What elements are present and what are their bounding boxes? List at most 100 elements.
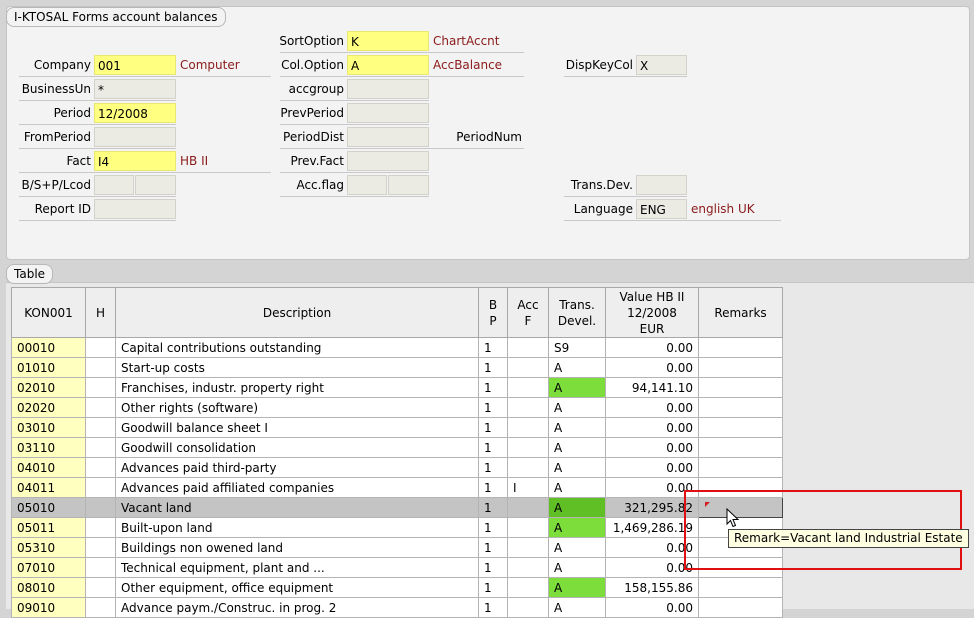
description-cell[interactable]: Advances paid affiliated companies (115, 477, 479, 498)
table-row[interactable]: 01010 Start-up costs 1 A 0.00 (11, 357, 783, 378)
bp-cell[interactable]: 1 (478, 417, 508, 438)
table-row[interactable]: 02010 Franchises, industr. property right… (11, 377, 783, 398)
account-code-cell[interactable]: 08010 (11, 577, 86, 598)
bp-cell[interactable]: 1 (478, 517, 508, 538)
account-code-cell[interactable]: 01010 (11, 357, 86, 378)
table-row[interactable]: 04010 Advances paid third-party 1 A 0.00 (11, 457, 783, 478)
accf-cell[interactable] (507, 537, 549, 558)
period-field[interactable]: 12/2008 (94, 103, 176, 123)
description-cell[interactable]: Capital contributions outstanding (115, 337, 479, 358)
bp-cell[interactable]: 1 (478, 497, 508, 518)
accf-cell[interactable] (507, 377, 549, 398)
transdev-field[interactable] (636, 175, 687, 195)
remarks-cell[interactable] (698, 337, 783, 358)
businessun-field[interactable]: * (94, 79, 176, 99)
description-cell[interactable]: Other rights (software) (115, 397, 479, 418)
remarks-cell[interactable] (698, 557, 783, 578)
account-code-cell[interactable]: 04011 (11, 477, 86, 498)
accf-cell[interactable] (507, 437, 549, 458)
company-field[interactable]: 001 (94, 55, 176, 75)
col-header-value[interactable]: Value HB II 12/2008 EUR (605, 287, 699, 338)
col-header-trans-devel[interactable]: Trans. Devel. (548, 287, 606, 338)
perioddist-field[interactable] (347, 127, 429, 147)
remarks-cell[interactable] (698, 437, 783, 458)
prevfact-field[interactable] (347, 151, 429, 171)
bp-cell[interactable]: 1 (478, 557, 508, 578)
h-cell[interactable] (85, 517, 116, 538)
accflag-field-2[interactable] (388, 175, 429, 195)
description-cell[interactable]: Advances paid third-party (115, 457, 479, 478)
bp-cell[interactable]: 1 (478, 577, 508, 598)
h-cell[interactable] (85, 497, 116, 518)
account-code-cell[interactable]: 00010 (11, 337, 86, 358)
table-row[interactable]: 00010 Capital contributions outstanding 1 S… (11, 337, 783, 358)
trans-devel-cell[interactable]: A (548, 477, 606, 498)
h-cell[interactable] (85, 537, 116, 558)
description-cell[interactable]: Franchises, industr. property right (115, 377, 479, 398)
table-row[interactable]: 05010 Vacant land 1 A 321,295.82 (11, 497, 783, 518)
account-code-cell[interactable]: 03010 (11, 417, 86, 438)
bp-cell[interactable]: 1 (478, 457, 508, 478)
accf-cell[interactable] (507, 357, 549, 378)
description-cell[interactable]: Technical equipment, plant and ... (115, 557, 479, 578)
col-header-h[interactable]: H (85, 287, 116, 338)
account-code-cell[interactable]: 02020 (11, 397, 86, 418)
language-field[interactable]: ENG (636, 199, 687, 219)
bp-cell[interactable]: 1 (478, 537, 508, 558)
table-row[interactable]: 05310 Buildings non owened land 1 A 0.00 (11, 537, 783, 558)
remarks-cell[interactable] (698, 477, 783, 498)
accf-cell[interactable] (507, 397, 549, 418)
account-code-cell[interactable]: 02010 (11, 377, 86, 398)
value-cell[interactable]: 94,141.10 (605, 377, 699, 398)
col-header-accf[interactable]: Acc F (507, 287, 549, 338)
remarks-cell[interactable] (698, 357, 783, 378)
account-code-cell[interactable]: 04010 (11, 457, 86, 478)
value-cell[interactable]: 0.00 (605, 397, 699, 418)
h-cell[interactable] (85, 557, 116, 578)
value-cell[interactable]: 0.00 (605, 537, 699, 558)
col-header-description[interactable]: Description (115, 287, 479, 338)
h-cell[interactable] (85, 437, 116, 458)
prevperiod-field[interactable] (347, 103, 429, 123)
h-cell[interactable] (85, 397, 116, 418)
remarks-cell[interactable] (698, 417, 783, 438)
trans-devel-cell[interactable]: A (548, 417, 606, 438)
bp-cell[interactable]: 1 (478, 437, 508, 458)
description-cell[interactable]: Vacant land (115, 497, 479, 518)
account-code-cell[interactable]: 07010 (11, 557, 86, 578)
sortoption-field[interactable]: K (347, 31, 429, 51)
description-cell[interactable]: Built-upon land (115, 517, 479, 538)
trans-devel-cell[interactable]: A (548, 357, 606, 378)
description-cell[interactable]: Buildings non owened land (115, 537, 479, 558)
table-row[interactable]: 05011 Built-upon land 1 A 1,469,286.19 (11, 517, 783, 538)
value-cell[interactable]: 0.00 (605, 457, 699, 478)
accf-cell[interactable]: I (507, 477, 549, 498)
h-cell[interactable] (85, 357, 116, 378)
trans-devel-cell[interactable]: A (548, 437, 606, 458)
bp-cell[interactable]: 1 (478, 477, 508, 498)
description-cell[interactable]: Other equipment, office equipment (115, 577, 479, 598)
bsplcod-field-1[interactable] (94, 175, 134, 195)
description-cell[interactable]: Start-up costs (115, 357, 479, 378)
accflag-field-1[interactable] (347, 175, 387, 195)
accf-cell[interactable] (507, 337, 549, 358)
accf-cell[interactable] (507, 457, 549, 478)
trans-devel-cell[interactable]: A (548, 377, 606, 398)
dispkeycol-field[interactable]: X (636, 55, 687, 75)
remarks-cell[interactable] (698, 377, 783, 398)
table-row[interactable]: 04011 Advances paid affiliated companies 1… (11, 477, 783, 498)
trans-devel-cell[interactable]: A (548, 457, 606, 478)
table-row[interactable]: 03010 Goodwill balance sheet I 1 A 0.00 (11, 417, 783, 438)
value-cell[interactable]: 0.00 (605, 477, 699, 498)
h-cell[interactable] (85, 457, 116, 478)
col-header-remarks[interactable]: Remarks (698, 287, 783, 338)
h-cell[interactable] (85, 417, 116, 438)
account-code-cell[interactable]: 05011 (11, 517, 86, 538)
trans-devel-cell[interactable]: A (548, 497, 606, 518)
value-cell[interactable]: 0.00 (605, 357, 699, 378)
account-code-cell[interactable]: 05010 (11, 497, 86, 518)
account-code-cell[interactable]: 03110 (11, 437, 86, 458)
account-code-cell[interactable]: 05310 (11, 537, 86, 558)
value-cell[interactable]: 1,469,286.19 (605, 517, 699, 538)
table-row[interactable]: 07010 Technical equipment, plant and ... 1… (11, 557, 783, 578)
